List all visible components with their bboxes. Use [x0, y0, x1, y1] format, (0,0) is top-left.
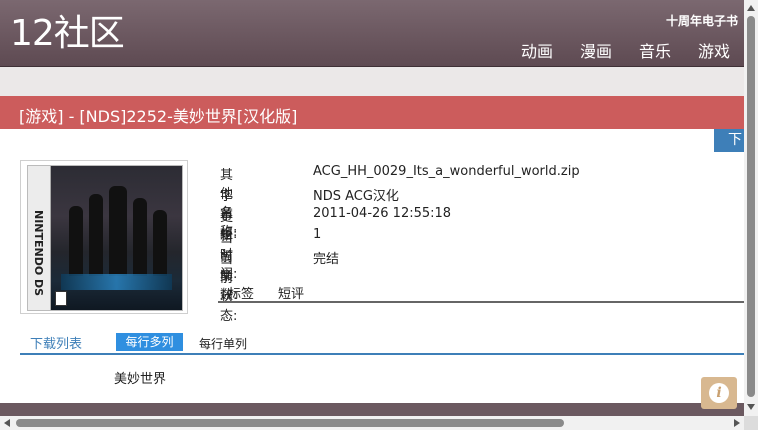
scroll-up-arrow-icon[interactable]	[747, 5, 755, 11]
scroll-down-arrow-icon[interactable]	[747, 404, 755, 410]
download-list-label: 下载列表	[30, 337, 83, 352]
character-figure	[133, 198, 147, 276]
vertical-scroll-thumb[interactable]	[747, 16, 755, 397]
character-figure	[89, 194, 103, 276]
rating-badge	[55, 291, 67, 306]
detail-value: ACG_HH_0029_Its_a_wonderful_world.zip	[313, 164, 580, 179]
page-title: [游戏] - [NDS]2252-美妙世界[汉化版]	[19, 107, 298, 126]
detail-value: NDS ACG汉化	[313, 189, 399, 204]
main-nav: 动画 漫画 音乐 游戏	[521, 38, 730, 62]
download-list-header: 下载列表 每行多列 每行单列	[20, 331, 744, 355]
site-header: 12社区 十周年电子书 动画 漫画 音乐 游戏	[0, 0, 744, 67]
game-artwork	[51, 166, 182, 310]
ds-case-strip: NINTENDO DS	[28, 166, 51, 310]
nav-item-games[interactable]: 游戏	[698, 38, 730, 62]
site-logo[interactable]: 12社区	[10, 12, 125, 56]
nav-item-anime[interactable]: 动画	[521, 38, 553, 62]
character-figure	[109, 186, 127, 276]
detail-value: 1	[313, 227, 322, 242]
nav-item-manga[interactable]: 漫画	[580, 38, 612, 62]
title-bar: [游戏] - [NDS]2252-美妙世界[汉化版]	[0, 96, 744, 129]
download-item[interactable]: 美妙世界	[114, 368, 166, 387]
horizontal-scroll-thumb[interactable]	[16, 419, 564, 427]
horizontal-scrollbar[interactable]	[0, 416, 744, 430]
scroll-left-arrow-icon[interactable]	[4, 419, 10, 427]
vertical-scrollbar[interactable]	[744, 0, 758, 416]
tab-reviews[interactable]: 短评	[278, 283, 304, 302]
scrollbar-corner	[744, 416, 758, 430]
game-logo-graphic	[61, 274, 172, 290]
tab-tags[interactable]: 标签	[228, 283, 254, 302]
detail-value: 2011-04-26 12:55:18	[313, 206, 452, 221]
info-tabs: 标签 短评	[218, 281, 744, 303]
character-figure	[69, 206, 83, 276]
info-icon: i	[709, 383, 729, 403]
info-button[interactable]: i	[701, 377, 737, 409]
cover-art: NINTENDO DS	[27, 165, 183, 311]
page: 12社区 十周年电子书 动画 漫画 音乐 游戏 [游戏] - [NDS]2252…	[0, 0, 744, 416]
multi-column-toggle[interactable]: 每行多列	[116, 333, 183, 351]
scroll-right-arrow-icon[interactable]	[734, 419, 740, 427]
detail-value: 完结	[313, 252, 340, 267]
character-figure	[153, 210, 167, 276]
footer-bar	[0, 403, 744, 416]
tagline-link[interactable]: 十周年电子书	[666, 12, 738, 29]
cover-image: NINTENDO DS	[20, 160, 188, 314]
spacer-bar	[0, 67, 744, 96]
single-column-toggle[interactable]: 每行单列	[199, 335, 247, 352]
nintendo-ds-logo: NINTENDO DS	[32, 210, 45, 297]
nav-item-music[interactable]: 音乐	[639, 38, 671, 62]
download-button[interactable]: 下	[714, 129, 744, 152]
